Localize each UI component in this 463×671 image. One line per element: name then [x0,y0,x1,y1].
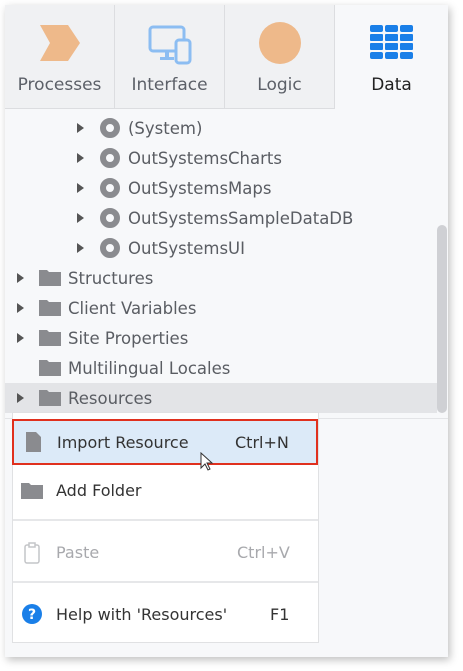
help-icon: ? [22,604,42,624]
expand-arrow-icon[interactable] [17,303,24,313]
tree-folder-client-variables[interactable]: Client Variables [5,293,437,323]
tree-folder-multilingual-locales[interactable]: Multilingual Locales [5,353,437,383]
module-icon [100,208,120,228]
tree-module[interactable]: OutSystemsMaps [5,173,437,203]
expand-arrow-icon[interactable] [77,213,84,223]
expand-arrow-icon[interactable] [17,333,24,343]
logic-circle-icon [258,22,301,64]
tree-folder-site-properties[interactable]: Site Properties [5,323,437,353]
module-icon [100,118,120,138]
context-menu: Import Resource Ctrl+N Add Folder Paste … [12,412,319,643]
tree-module-system[interactable]: (System) [5,113,437,143]
file-icon [26,432,41,452]
clipboard-icon [24,542,40,564]
mouse-cursor-icon [200,452,214,471]
expand-arrow-icon[interactable] [77,123,84,133]
tab-processes[interactable]: Processes [5,5,115,109]
folder-icon [39,270,61,286]
tree-module[interactable]: OutSystemsCharts [5,143,437,173]
menu-item-paste[interactable]: Paste Ctrl+V [13,533,318,573]
tree-module[interactable]: OutSystemsUI [5,233,437,263]
folder-icon [39,300,61,316]
menu-separator [13,581,318,583]
tab-data[interactable]: Data [335,5,448,109]
expand-arrow-icon[interactable] [77,183,84,193]
tree-folder-resources[interactable]: Resources [5,383,437,413]
menu-separator [13,519,318,521]
expand-arrow-icon[interactable] [17,273,24,283]
tree-module[interactable]: OutSystemsSampleDataDB [5,203,437,233]
module-icon [100,238,120,258]
menu-item-add-folder[interactable]: Add Folder [13,471,318,511]
expand-arrow-icon[interactable] [77,153,84,163]
tree-folder-structures[interactable]: Structures [5,263,437,293]
monitor-mobile-icon [148,25,191,65]
folder-icon [21,483,43,499]
tab-interface[interactable]: Interface [115,5,225,109]
expand-arrow-icon[interactable] [17,393,24,403]
folder-icon [39,390,61,406]
folder-icon [39,360,61,376]
module-icon [100,148,120,168]
folder-icon [39,330,61,346]
tab-bar: Processes Interface Logic Data [5,5,448,109]
expand-arrow-icon[interactable] [77,243,84,253]
menu-item-help[interactable]: ? Help with 'Resources' F1 [13,595,318,635]
module-icon [100,178,120,198]
menu-item-import-resource[interactable]: Import Resource Ctrl+N [12,419,318,471]
tab-logic[interactable]: Logic [225,5,335,109]
processes-chevron-icon [39,25,80,61]
data-grid-icon [369,25,413,59]
scrollbar-thumb[interactable] [437,225,447,413]
svg-text:?: ? [28,607,36,623]
